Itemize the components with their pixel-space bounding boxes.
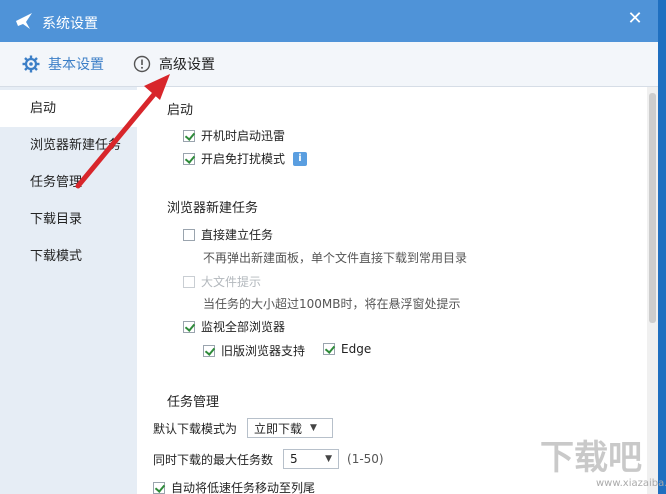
title-bar: 系统设置 ✕ bbox=[0, 0, 658, 42]
monitor-all-checkbox-row[interactable]: 监视全部浏览器 bbox=[183, 318, 285, 335]
section-title-startup: 启动 bbox=[167, 103, 194, 118]
monitor-all-label: 监视全部浏览器 bbox=[201, 320, 286, 334]
old-browser-checkbox-row[interactable]: 旧版浏览器支持 bbox=[203, 342, 305, 359]
move-slow-task-label: 自动将低速任务移动至列尾 bbox=[171, 481, 316, 494]
tab-advanced-label: 高级设置 bbox=[159, 57, 215, 73]
max-tasks-range: (1-50) bbox=[347, 452, 384, 466]
default-mode-select[interactable]: 立即下载 ▼ bbox=[247, 418, 334, 438]
max-tasks-row: 同时下载的最大任务数 5 ▼ (1-50) bbox=[153, 449, 384, 469]
big-file-label: 大文件提示 bbox=[201, 275, 262, 289]
max-tasks-label: 同时下载的最大任务数 bbox=[153, 452, 274, 467]
watermark-url: www.xiazaiba.com bbox=[596, 478, 666, 489]
auto-start-label: 开机时启动迅雷 bbox=[201, 129, 286, 143]
tab-bar: 基本设置 高级设置 bbox=[0, 42, 658, 87]
window-title: 系统设置 bbox=[42, 16, 98, 32]
move-slow-task-checkbox-row[interactable]: 自动将低速任务移动至列尾 bbox=[153, 479, 315, 494]
old-browser-checkbox[interactable] bbox=[203, 344, 215, 357]
no-disturb-checkbox-row[interactable]: 开启免打扰模式 i bbox=[183, 150, 308, 167]
max-tasks-value: 5 bbox=[290, 452, 298, 466]
tab-basic-label: 基本设置 bbox=[48, 57, 104, 73]
no-disturb-checkbox[interactable] bbox=[183, 152, 195, 165]
default-mode-value: 立即下载 bbox=[254, 421, 303, 436]
chevron-down-icon: ▼ bbox=[310, 423, 317, 433]
big-file-description: 当任务的大小超过100MB时，将在悬浮窗处提示 bbox=[203, 297, 461, 311]
vertical-scrollbar[interactable] bbox=[647, 87, 658, 494]
direct-create-checkbox-row[interactable]: 直接建立任务 bbox=[183, 226, 273, 243]
settings-window: 系统设置 ✕ 基本设置 高级设置 启动 浏览器新建任务 任务管理 下载目录 下载… bbox=[0, 0, 658, 494]
auto-start-checkbox[interactable] bbox=[183, 129, 195, 142]
old-browser-label: 旧版浏览器支持 bbox=[221, 344, 306, 358]
thunder-bird-logo-icon bbox=[16, 13, 32, 29]
gear-icon bbox=[22, 55, 40, 73]
tab-basic-settings[interactable]: 基本设置 bbox=[22, 42, 104, 86]
no-disturb-label: 开启免打扰模式 bbox=[201, 152, 286, 166]
direct-create-label: 直接建立任务 bbox=[201, 228, 274, 242]
section-title-task-management: 任务管理 bbox=[167, 395, 220, 410]
close-icon[interactable]: ✕ bbox=[626, 10, 644, 28]
big-file-checkbox bbox=[183, 275, 195, 288]
sidebar: 启动 浏览器新建任务 任务管理 下载目录 下载模式 bbox=[0, 87, 137, 494]
info-icon[interactable]: i bbox=[293, 151, 308, 166]
edge-checkbox[interactable] bbox=[323, 343, 335, 355]
default-mode-row: 默认下载模式为 立即下载 ▼ bbox=[153, 418, 334, 438]
sidebar-item-startup[interactable]: 启动 bbox=[0, 90, 137, 127]
sidebar-item-download-mode[interactable]: 下载模式 bbox=[0, 238, 137, 275]
auto-start-checkbox-row[interactable]: 开机时启动迅雷 bbox=[183, 127, 285, 144]
move-slow-task-checkbox[interactable] bbox=[153, 481, 165, 494]
sidebar-item-task-management[interactable]: 任务管理 bbox=[0, 164, 137, 201]
edge-checkbox-row[interactable]: Edge bbox=[323, 342, 371, 356]
scrollbar-thumb[interactable] bbox=[649, 93, 656, 323]
tab-advanced-settings[interactable]: 高级设置 bbox=[133, 42, 215, 86]
chevron-down-icon: ▼ bbox=[325, 454, 333, 464]
watermark-logo: 下载吧 bbox=[540, 438, 642, 478]
sidebar-item-browser-new-task[interactable]: 浏览器新建任务 bbox=[0, 127, 137, 164]
default-mode-label: 默认下载模式为 bbox=[153, 421, 238, 436]
edge-label: Edge bbox=[341, 342, 372, 356]
background-window-edge bbox=[658, 0, 666, 494]
section-title-browser: 浏览器新建任务 bbox=[167, 201, 259, 216]
sidebar-item-download-directory[interactable]: 下载目录 bbox=[0, 201, 137, 238]
direct-create-checkbox[interactable] bbox=[183, 228, 195, 241]
exclamation-circle-icon bbox=[133, 55, 151, 73]
monitor-all-checkbox[interactable] bbox=[183, 320, 195, 333]
big-file-checkbox-row: 大文件提示 bbox=[183, 273, 261, 290]
direct-create-description: 不再弹出新建面板，单个文件直接下载到常用目录 bbox=[203, 251, 468, 265]
max-tasks-select[interactable]: 5 ▼ bbox=[283, 449, 340, 469]
